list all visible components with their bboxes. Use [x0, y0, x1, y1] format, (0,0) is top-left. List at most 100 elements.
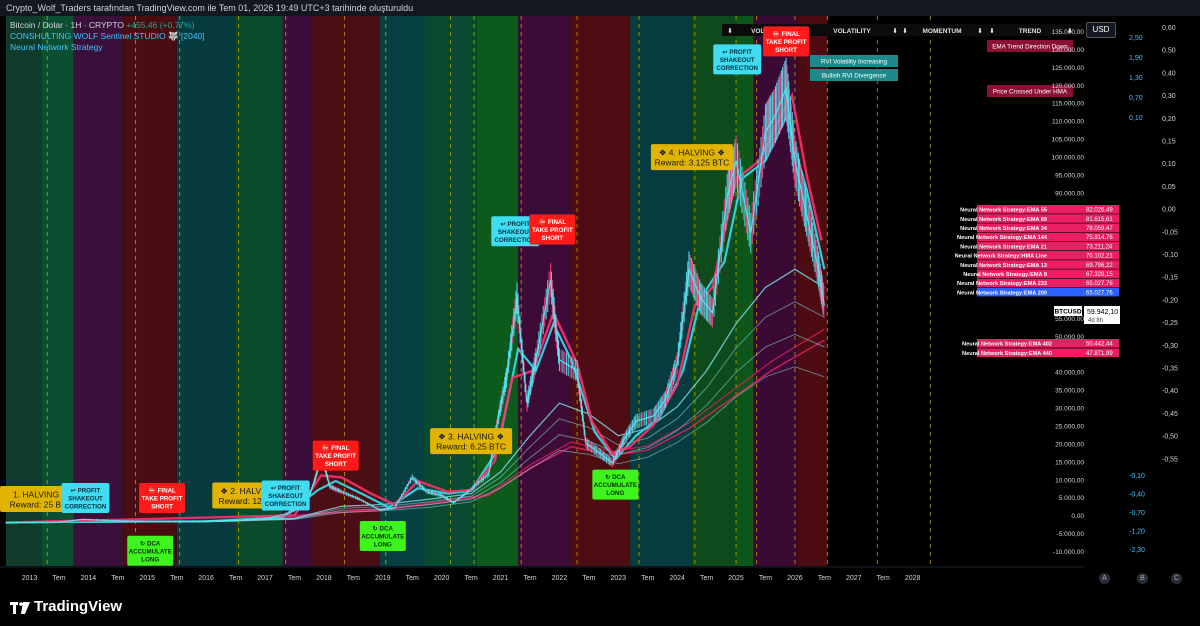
ema-label-name: Neural Network Strategy:EMA 21	[960, 244, 1047, 250]
indicator-legend-strategy[interactable]: Neural Network Strategy	[10, 42, 103, 52]
x-tick-label: 2025	[728, 575, 744, 582]
halving-annotation-text: Reward: 3.125 BTC	[655, 158, 730, 168]
right-scale-label: -0,10	[1162, 252, 1178, 259]
x-tick-label: Tem	[523, 575, 536, 582]
final-annotation: ⛔ FINALTAKE PROFITSHORT	[529, 214, 576, 245]
mid-scale-label: -2,30	[1129, 547, 1145, 554]
price-scale-label: 110.000,00	[1052, 119, 1084, 126]
price-scale-label: 90.000,00	[1055, 190, 1084, 197]
ema-label-name: Neural Network Strategy:EMA 13	[960, 263, 1047, 269]
price-scale-label: -5.000,00	[1057, 531, 1085, 538]
x-tick-label: Tem	[288, 575, 301, 582]
ema-label-value: 73.211,24	[1086, 244, 1113, 250]
tradingview-brand[interactable]: TradingView	[10, 598, 122, 615]
x-tick-label: Tem	[111, 575, 124, 582]
final-annotation: ⛔ FINALTAKE PROFITSHORT	[139, 482, 186, 513]
dca-annotation-text: ACCUMULATE	[594, 482, 637, 489]
dca-annotation-text: ACCUMULATE	[129, 548, 172, 555]
x-tick-label: Tem	[347, 575, 360, 582]
right-scale-label: -0,15	[1162, 275, 1178, 282]
final-annotation-text: SHORT	[775, 47, 797, 54]
right-scale-label: -0,30	[1162, 343, 1178, 350]
phase-band	[379, 16, 425, 566]
x-tick-label: Tem	[582, 575, 595, 582]
ema-label-name: Neural Network Strategy:EMA 200	[957, 290, 1047, 296]
profit-annotation-text: SHAKEOUT	[68, 495, 103, 502]
mid-scale-label: 0,70	[1129, 95, 1143, 102]
right-scale-label: -0,45	[1162, 411, 1178, 418]
price-scale-label: 120.000,00	[1051, 83, 1084, 90]
final-annotation-text: TAKE PROFIT	[142, 495, 183, 502]
right-scale-label: -0,50	[1162, 434, 1178, 441]
profit-annotation-text: CORRECTION	[716, 65, 758, 72]
price-change: +455,46 (+0,77%)	[126, 20, 195, 30]
scale-b-button[interactable]: B	[1137, 573, 1148, 584]
price-chart[interactable]: VOLUMEVOLATILITYMOMENTUMTREND⬇⬇⬇⬇⬇⬇⬇⬇RVI…	[0, 0, 1200, 626]
x-tick-label: 2022	[552, 575, 568, 582]
mid-scale-label: 0,10	[1129, 115, 1143, 122]
currency-button[interactable]: USD	[1086, 22, 1116, 38]
price-scale-label: 95.000,00	[1055, 172, 1084, 179]
x-tick-label: Tem	[700, 575, 713, 582]
arrow-down-icon: ⬇	[892, 27, 897, 35]
dca-annotation: ↻ DCAACCUMULATELONG	[127, 535, 174, 566]
price-scale-label: 135.000,00	[1051, 29, 1084, 36]
ema-label-value: 47.871,99	[1086, 351, 1113, 357]
right-scale-label: 0,30	[1162, 93, 1176, 100]
dca-annotation-text: LONG	[374, 541, 392, 548]
dca-annotation-text: ↻ DCA	[373, 525, 394, 532]
price-scale-label: 25.000,00	[1055, 423, 1084, 430]
ema-label-name: Neural Network Strategy:EMA 402	[962, 342, 1052, 348]
x-tick-label: 2024	[669, 575, 685, 582]
symbol-legend[interactable]: Bitcoin / Dolar · 1H · CRYPTO +455,46 (+…	[10, 20, 194, 30]
price-scale-label: 125.000,00	[1051, 65, 1084, 72]
final-annotation-text: TAKE PROFIT	[315, 453, 356, 460]
right-scale-label: 0,05	[1162, 184, 1176, 191]
caption-text: Crypto_Wolf_Traders tarafından TradingVi…	[6, 3, 414, 13]
price-scale-label: 55.000,00	[1055, 316, 1084, 323]
price-scale-label: 5.000,00	[1059, 495, 1085, 502]
phase-band	[518, 16, 572, 566]
ema-label-name: Neural Network Strategy:EMA 55	[960, 208, 1047, 214]
price-tag-value: 59.942,10	[1087, 309, 1118, 316]
price-scale-label: 105.000,00	[1051, 137, 1084, 144]
final-annotation-text: TAKE PROFIT	[532, 227, 573, 234]
x-tick-label: Tem	[759, 575, 772, 582]
mid-scale-label: -0,40	[1129, 492, 1145, 499]
ema-label-value: 75.914,76	[1086, 235, 1113, 241]
x-tick-label: Tem	[406, 575, 419, 582]
x-tick-label: 2020	[434, 575, 450, 582]
profit-annotation-text: SHAKEOUT	[498, 229, 533, 236]
ema-label-name: Neural Network Strategy:EMA 89	[960, 217, 1047, 223]
ema-label-value: 82.026,49	[1086, 208, 1113, 214]
phase-band	[477, 16, 519, 566]
tradingview-logo-icon	[10, 601, 30, 614]
status-badge-text: RVI Volatility Increasing	[821, 59, 888, 66]
price-scale-label: 100.000,00	[1051, 155, 1084, 162]
ema-label-name: Neural Network Strategy:EMA 233	[957, 281, 1047, 287]
profit-annotation-text: CORRECTION	[65, 503, 107, 510]
x-tick-label: 2015	[140, 575, 156, 582]
dca-annotation: ↻ DCAACCUMULATELONG	[359, 520, 406, 551]
ema-label-value: 69.796,22	[1086, 263, 1113, 269]
x-tick-label: Tem	[52, 575, 65, 582]
price-scale-label: 0,00	[1071, 513, 1084, 520]
price-scale-label: 35.000,00	[1055, 388, 1084, 395]
dca-annotation-text: ↻ DCA	[605, 474, 626, 481]
halving-annotation-text: ❖ 3. HALVING ❖	[438, 432, 504, 442]
profit-annotation: ↩ PROFITSHAKEOUTCORRECTION	[261, 480, 310, 511]
indicator-legend-sentinel[interactable]: CONSHULTING WOLF Sentinel STUDIO 🐺 [2040…	[10, 31, 205, 42]
price-scale-label: 40.000,00	[1055, 370, 1084, 377]
x-tick-label: 2023	[611, 575, 627, 582]
x-tick-label: 2016	[198, 575, 214, 582]
right-scale-label: -0,55	[1162, 456, 1178, 463]
scale-c-button[interactable]: C	[1171, 573, 1182, 584]
ema-label-name: Neural Network Strategy:EMA 440	[962, 351, 1052, 357]
scale-a-button[interactable]: A	[1099, 573, 1110, 584]
right-scale-label: 0,40	[1162, 70, 1176, 77]
arrow-down-icon: ⬇	[902, 27, 907, 35]
right-scale-label: -0,35	[1162, 366, 1178, 373]
right-scale-label: 0,00	[1162, 207, 1176, 214]
panel-header-volatility: VOLATILITY	[833, 28, 871, 35]
symbol-name: Bitcoin / Dolar · 1H · CRYPTO	[10, 20, 124, 30]
